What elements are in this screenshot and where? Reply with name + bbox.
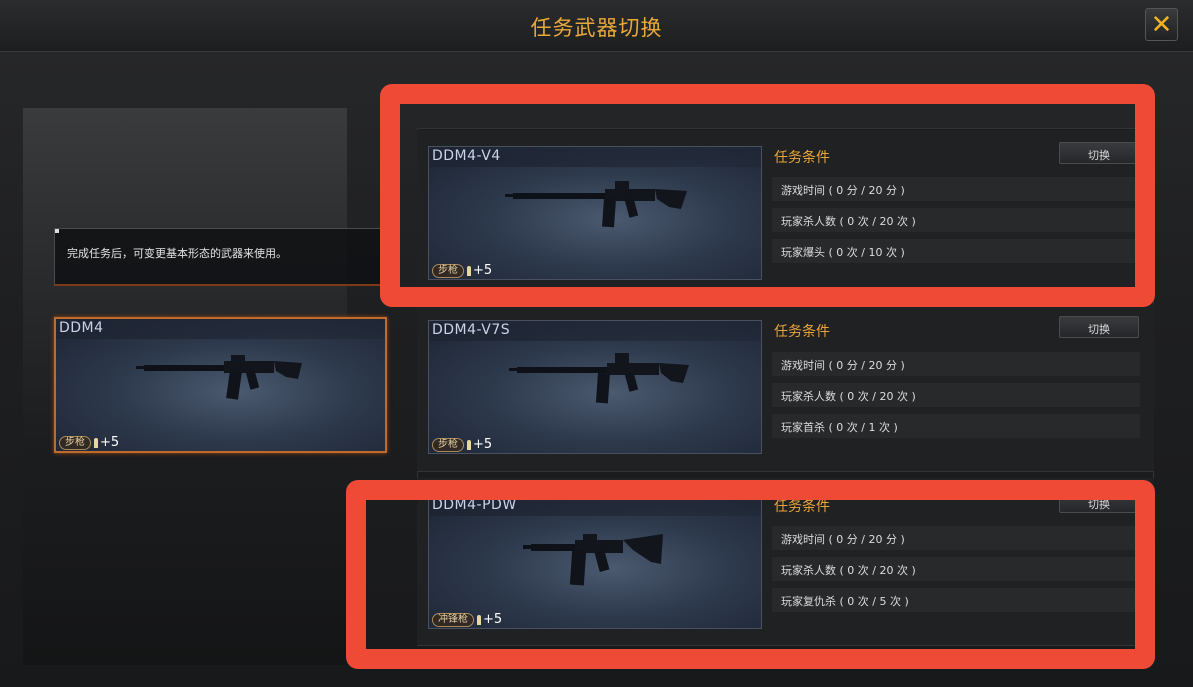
highlight-frame — [380, 84, 1155, 307]
weapon-bonus: +5 — [473, 437, 493, 452]
close-icon: ✕ — [1150, 10, 1173, 40]
info-dot-icon — [55, 229, 59, 233]
weapon-type-badge: 步枪 — [432, 437, 464, 452]
rifle-icon — [136, 355, 302, 400]
weapon-name: DDM4-V7S — [432, 322, 511, 338]
conditions-title: 任务条件 — [774, 324, 830, 340]
variant-card[interactable]: DDM4-V7S 步枪 +5 — [428, 320, 762, 454]
window-title: 任务武器切换 — [530, 16, 663, 40]
condition-item: 玩家首杀 ( 0 次 / 1 次 ) — [772, 414, 1140, 438]
weapon-bonus: +5 — [100, 435, 120, 450]
weapon-type-badge: 步枪 — [59, 435, 91, 450]
condition-item: 玩家杀人数 ( 0 次 / 20 次 ) — [772, 383, 1140, 407]
info-text: 完成任务后，可变更基本形态的武器来使用。 — [67, 247, 287, 260]
ammo-icon — [467, 439, 471, 450]
weapon-name: DDM4 — [59, 320, 104, 336]
title-bar: 任务武器切换 ✕ — [0, 0, 1193, 52]
condition-item: 游戏时间 ( 0 分 / 20 分 ) — [772, 352, 1140, 376]
selected-weapon-card[interactable]: DDM4 步枪 +5 — [54, 317, 387, 453]
ammo-icon — [94, 437, 98, 448]
switch-label: 切换 — [1088, 323, 1110, 336]
info-box: 完成任务后，可变更基本形态的武器来使用。 — [54, 228, 386, 286]
highlight-frame — [346, 480, 1155, 669]
switch-button[interactable]: 切换 — [1059, 316, 1139, 338]
rifle-icon — [509, 353, 689, 404]
close-button[interactable]: ✕ — [1145, 8, 1178, 41]
